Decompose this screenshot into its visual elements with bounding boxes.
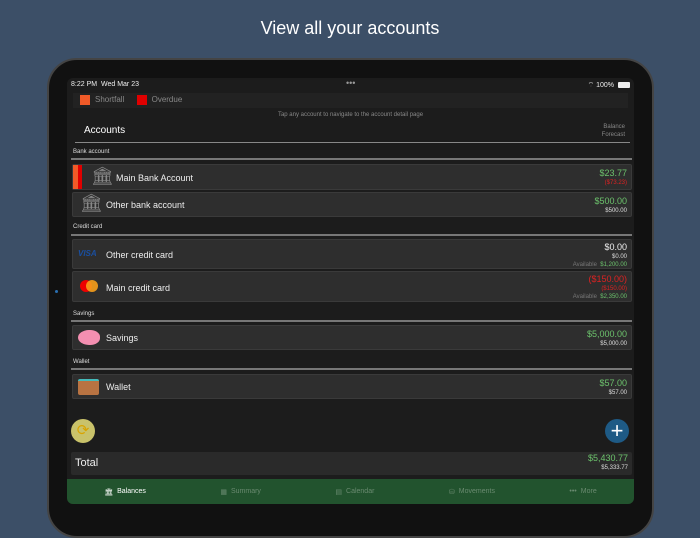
forecast: $0.00 (611, 254, 627, 260)
bank-icon: 🏛 (91, 166, 114, 186)
section-wallet: Wallet (73, 359, 90, 365)
plus-icon: + (610, 418, 624, 443)
total-label: Total (75, 457, 99, 469)
balance: $0.00 (604, 242, 627, 252)
shortfall-label: Shortfall (95, 95, 125, 105)
account-name: Main Bank Account (116, 173, 194, 183)
forecast: $500.00 (605, 208, 627, 214)
account-row-wallet[interactable]: Wallet $57.00 $57.00 (72, 374, 632, 399)
overdue-label: Overdue (151, 95, 183, 105)
forecast: $5,000.00 (600, 341, 627, 347)
divider (71, 368, 632, 370)
battery-percent: 100% (596, 82, 614, 89)
battery-label: ⌔ 100% (587, 82, 614, 89)
legend: Shortfall Overdue (73, 93, 628, 108)
account-name: Other credit card (106, 250, 174, 260)
available-label: Available (572, 262, 597, 268)
tab-more[interactable]: ••• More (569, 488, 596, 495)
account-name: Savings (106, 333, 139, 343)
account-row-main-bank[interactable]: 🏛 Main Bank Account $23.77 ($73.23) (72, 164, 632, 190)
battery-icon (618, 82, 630, 88)
available-label: Available (572, 294, 597, 300)
forecast: $57.00 (608, 390, 627, 396)
coins-icon: ⛁ (448, 488, 455, 496)
account-name: Other bank account (106, 200, 185, 210)
forecast-header: Forecast (601, 132, 625, 138)
overdue-swatch (136, 95, 147, 105)
section-credit-card: Credit card (73, 224, 103, 230)
forecast: ($150.00) (601, 286, 627, 292)
account-name: Main credit card (106, 283, 171, 293)
multitask-dots-icon[interactable]: ••• (346, 78, 355, 88)
available-amount: $1,200.00 (600, 262, 627, 268)
tab-summary[interactable]: ▦ Summary (220, 488, 261, 496)
mastercard-icon-right (86, 280, 98, 292)
account-row-other-credit[interactable]: VISA Other credit card $0.00 $0.00 Availab… (72, 239, 632, 269)
balance: ($150.00) (588, 274, 627, 284)
account-row-main-credit[interactable]: Main credit card ($150.00) ($150.00) Avail… (72, 271, 632, 302)
refresh-button[interactable]: ⟳ (71, 419, 95, 443)
camera-dot (55, 290, 58, 293)
bank-icon: 🏛 (80, 193, 103, 213)
refresh-icon: ⟳ (76, 422, 90, 439)
divider (71, 234, 632, 236)
total-row: Total $5,430.77 $5,333.77 (71, 452, 632, 475)
summary-icon: ▦ (220, 488, 227, 496)
tab-label: Balances (117, 488, 146, 495)
forecast: ($73.23) (604, 180, 627, 186)
divider (71, 320, 632, 322)
shortfall-swatch (80, 95, 90, 105)
wallet-icon (78, 379, 99, 395)
balance: $5,000.00 (586, 329, 627, 339)
balance: $57.00 (599, 378, 627, 388)
visa-logo-icon: VISA (78, 249, 97, 258)
total-balance: $5,430.77 (587, 453, 628, 463)
tab-bar: 🏛 Balances ▦ Summary ▤ Calendar ⛁ Movements … (67, 479, 634, 504)
account-row-other-bank[interactable]: 🏛 Other bank account $500.00 $500.00 (72, 192, 632, 217)
account-row-savings[interactable]: Savings $5,000.00 $5,000.00 (72, 325, 632, 350)
total-forecast: $5,333.77 (601, 465, 628, 471)
tab-label: Movements (458, 488, 495, 495)
headline: View all your accounts (260, 18, 440, 38)
tab-movements[interactable]: ⛁ Movements (449, 488, 495, 496)
balance: $500.00 (594, 196, 627, 206)
piggy-bank-icon (78, 330, 100, 345)
calendar-icon: ▤ (335, 488, 343, 496)
overdue-indicator (78, 165, 82, 189)
tab-label: Summary (230, 488, 261, 495)
balance-header: Balance (603, 124, 625, 130)
available-amount: $2,350.00 (600, 294, 627, 300)
tab-calendar[interactable]: ▤ Calendar (335, 488, 374, 496)
tab-label: Calendar (346, 488, 375, 495)
account-name: Wallet (106, 382, 131, 392)
divider (75, 142, 630, 143)
app-screen: 8:22 PM Wed Mar 23 ••• ⌔ 100% Shortfall … (67, 78, 634, 504)
status-time: 8:22 PM (71, 81, 98, 88)
balance: $23.77 (599, 168, 627, 178)
bank-icon: 🏛 (104, 488, 114, 496)
divider (71, 158, 632, 160)
add-account-button[interactable]: + (605, 419, 629, 443)
column-header: Balance Forecast (602, 123, 625, 139)
tab-balances[interactable]: 🏛 Balances (104, 488, 146, 496)
hint-text: Tap any account to navigate to the accou… (277, 112, 424, 118)
section-savings: Savings (73, 311, 95, 317)
more-dots-icon: ••• (569, 488, 577, 495)
status-date: Wed Mar 23 (101, 81, 139, 88)
accounts-title: Accounts (84, 125, 126, 136)
tab-label: More (580, 488, 597, 495)
section-bank-account: Bank account (73, 149, 110, 155)
